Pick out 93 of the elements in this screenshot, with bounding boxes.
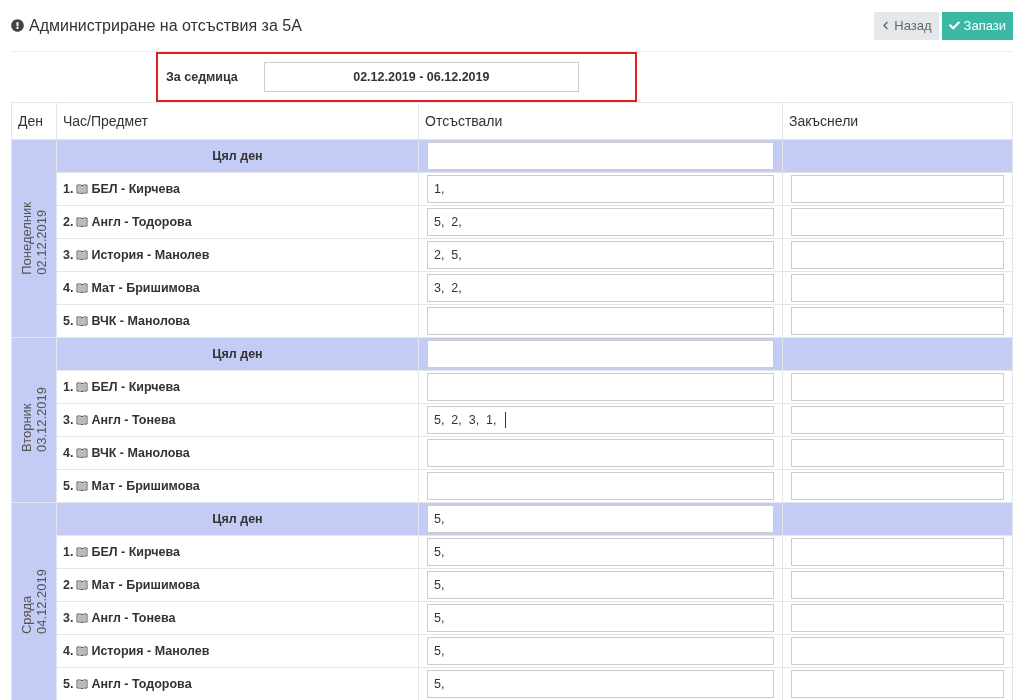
lesson-subject: История - Манолев — [91, 642, 210, 660]
book-icon — [76, 546, 89, 558]
book-icon — [76, 645, 89, 657]
column-header: Час/Предмет — [56, 102, 419, 140]
lesson-number: 1. — [63, 180, 74, 198]
day-name: Вторник — [19, 403, 34, 453]
chevron-left-icon — [881, 21, 891, 30]
book-icon — [76, 480, 89, 492]
lesson-subject: История - Манолев — [91, 246, 210, 264]
day-date: 02.12.2019 — [34, 209, 49, 275]
lesson-subject: Англ - Тодорова — [91, 675, 192, 693]
whole-day-label: Цял ден — [212, 346, 263, 361]
input-field[interactable]: 5, 2, — [427, 208, 774, 236]
input-field[interactable] — [427, 373, 774, 401]
lesson-number: 5. — [63, 312, 74, 330]
check-icon — [948, 20, 960, 31]
lesson-subject: ВЧК - Манолова — [91, 312, 190, 330]
column-header: Отсъствали — [418, 102, 783, 140]
lesson-number: 3. — [63, 609, 74, 627]
input-field[interactable] — [791, 439, 1004, 467]
week-field[interactable]: 02.12.2019 - 06.12.2019 — [263, 62, 579, 92]
input-field[interactable]: 3, 2, — [427, 274, 774, 302]
lesson-subject: БЕЛ - Кирчева — [91, 378, 180, 396]
lesson-subject: Мат - Бришимова — [91, 279, 200, 297]
book-icon — [76, 282, 89, 294]
page-title: Администриране на отсъствия за 5А — [29, 15, 302, 36]
week-label: За седмица — [166, 68, 238, 86]
input-field[interactable]: 5, — [427, 604, 774, 632]
input-field[interactable] — [791, 373, 1004, 401]
book-icon — [76, 678, 89, 690]
input-field[interactable] — [791, 472, 1004, 500]
book-icon — [76, 612, 89, 624]
lesson-subject: Англ - Тонева — [91, 411, 176, 429]
day-name: Понеделник — [19, 202, 34, 275]
book-icon — [76, 315, 89, 327]
input-field[interactable] — [791, 208, 1004, 236]
book-icon — [76, 183, 89, 195]
lesson-subject: Мат - Бришимова — [91, 477, 200, 495]
day-name: Сряда — [19, 595, 34, 635]
book-icon — [76, 249, 89, 261]
lesson-subject: Англ - Тодорова — [91, 213, 192, 231]
book-icon — [76, 216, 89, 228]
whole-day-label: Цял ден — [212, 511, 263, 526]
input-field[interactable]: 5, — [427, 505, 774, 533]
alert-icon — [11, 19, 24, 32]
input-field[interactable] — [427, 340, 774, 368]
lesson-subject: Мат - Бришимова — [91, 576, 200, 594]
lesson-number: 5. — [63, 675, 74, 693]
lesson-number: 5. — [63, 477, 74, 495]
input-field[interactable]: 1, — [427, 175, 774, 203]
day-date: 04.12.2019 — [34, 568, 49, 635]
input-field[interactable]: 2, 5, — [427, 241, 774, 269]
input-field[interactable] — [791, 274, 1004, 302]
input-field[interactable]: 5, 2, 3, 1, — [427, 406, 774, 434]
input-field[interactable] — [427, 439, 774, 467]
lesson-number: 1. — [63, 378, 74, 396]
input-field[interactable] — [791, 571, 1004, 599]
lesson-number: 1. — [63, 543, 74, 561]
lesson-number: 2. — [63, 213, 74, 231]
input-field[interactable] — [791, 637, 1004, 665]
input-field[interactable]: 5, — [427, 637, 774, 665]
input-field[interactable] — [791, 406, 1004, 434]
back-button[interactable]: Назад — [874, 11, 939, 40]
lesson-number: 4. — [63, 642, 74, 660]
input-field[interactable] — [427, 307, 774, 335]
input-field[interactable] — [791, 241, 1004, 269]
day-date: 03.12.2019 — [34, 387, 49, 453]
lesson-number: 3. — [63, 246, 74, 264]
lesson-subject: БЕЛ - Кирчева — [91, 543, 180, 561]
input-field[interactable]: 5, — [427, 538, 774, 566]
input-field[interactable] — [791, 175, 1004, 203]
lesson-subject: БЕЛ - Кирчева — [91, 180, 180, 198]
input-field[interactable] — [791, 604, 1004, 632]
lesson-number: 3. — [63, 411, 74, 429]
input-field[interactable]: 5, — [427, 670, 774, 698]
input-field[interactable] — [427, 142, 774, 170]
lesson-number: 4. — [63, 444, 74, 462]
input-field[interactable]: 5, — [427, 571, 774, 599]
book-icon — [76, 579, 89, 591]
lesson-number: 2. — [63, 576, 74, 594]
lesson-subject: Англ - Тонева — [91, 609, 176, 627]
lesson-subject: ВЧК - Манолова — [91, 444, 190, 462]
lesson-number: 4. — [63, 279, 74, 297]
whole-day-label: Цял ден — [212, 148, 263, 163]
input-field[interactable] — [791, 670, 1004, 698]
column-header: Ден — [11, 102, 57, 140]
column-header: Закъснели — [782, 102, 1013, 140]
input-field[interactable] — [791, 538, 1004, 566]
book-icon — [76, 414, 89, 426]
input-field[interactable] — [791, 307, 1004, 335]
input-field[interactable] — [427, 472, 774, 500]
book-icon — [76, 381, 89, 393]
book-icon — [76, 447, 89, 459]
